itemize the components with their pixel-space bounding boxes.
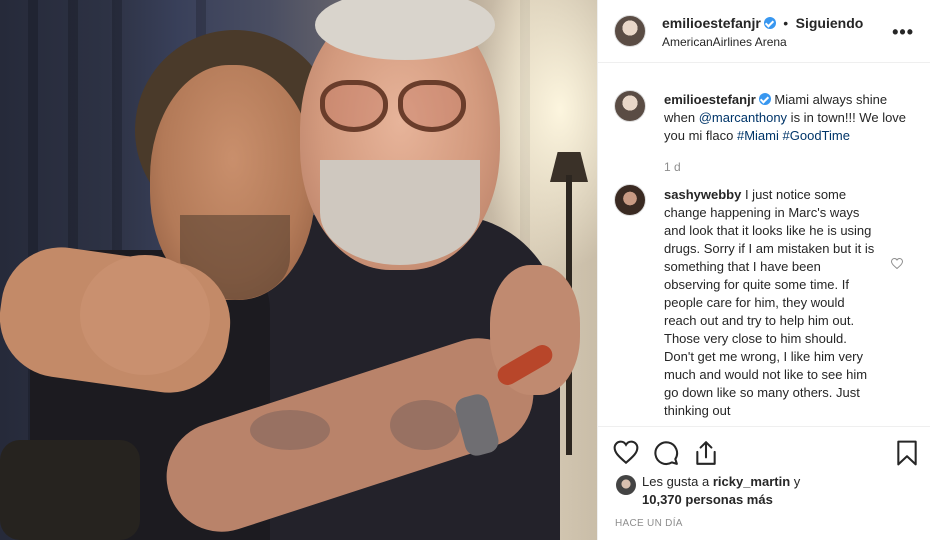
- verified-badge-icon: [763, 17, 776, 29]
- likes-conjunction: y: [793, 474, 801, 489]
- author-avatar[interactable]: [614, 15, 646, 47]
- left-hand: [80, 255, 210, 375]
- likes-prefix: Les gusta a: [642, 474, 710, 489]
- arm-tattoo: [390, 400, 460, 450]
- post-timestamp[interactable]: HACE UN DÍA: [615, 518, 683, 529]
- glasses: [320, 80, 470, 140]
- header-separator: •: [783, 15, 789, 31]
- post-side-panel: emilioestefanjr • Siguiendo AmericanAirl…: [597, 0, 930, 540]
- heart-icon[interactable]: [613, 440, 639, 466]
- share-icon[interactable]: [693, 440, 719, 466]
- liker-username[interactable]: ricky_martin: [713, 474, 790, 489]
- likes-line-1: Les gusta a ricky_martin y: [642, 474, 800, 489]
- caption-username[interactable]: emilioestefanjr: [664, 92, 756, 107]
- comment-bubble-icon[interactable]: [653, 440, 679, 466]
- post-actions: Les gusta a ricky_martin y 10,370 person…: [598, 426, 930, 540]
- author-username[interactable]: emilioestefanjr: [662, 15, 761, 31]
- caption-timestamp[interactable]: 1 d: [664, 160, 681, 174]
- comment-text: I just notice some change happening in M…: [664, 187, 875, 418]
- comment-like-heart-icon[interactable]: [891, 258, 903, 269]
- post-header: emilioestefanjr • Siguiendo AmericanAirl…: [598, 0, 930, 63]
- liker-avatar[interactable]: [616, 475, 636, 495]
- commenter-username[interactable]: sashywebby: [664, 187, 741, 202]
- more-horizontal-icon[interactable]: •••: [892, 22, 914, 43]
- caption: emilioestefanjr Miami always shine when …: [664, 91, 914, 145]
- caption-author-avatar[interactable]: [614, 90, 646, 122]
- comments-area[interactable]: emilioestefanjr Miami always shine when …: [598, 64, 930, 426]
- verified-badge-icon: [758, 93, 771, 105]
- following-button[interactable]: Siguiendo: [796, 15, 864, 31]
- commenter-avatar[interactable]: [614, 184, 646, 216]
- comment: sashywebby I just notice some change hap…: [664, 186, 880, 420]
- caption-mention-link[interactable]: @marcanthony: [699, 110, 787, 125]
- hashtag-link[interactable]: #Miami: [737, 128, 779, 143]
- hashtag-link[interactable]: #GoodTime: [783, 128, 850, 143]
- post-photo[interactable]: [0, 0, 597, 540]
- author-line: emilioestefanjr • Siguiendo: [662, 15, 863, 33]
- bag: [0, 440, 140, 540]
- likes-count[interactable]: 10,370 personas más: [642, 492, 773, 507]
- post-location[interactable]: AmericanAirlines Arena: [662, 35, 787, 49]
- right-person-beard: [320, 160, 480, 265]
- bookmark-icon[interactable]: [894, 440, 920, 466]
- arm-tattoo: [250, 410, 330, 450]
